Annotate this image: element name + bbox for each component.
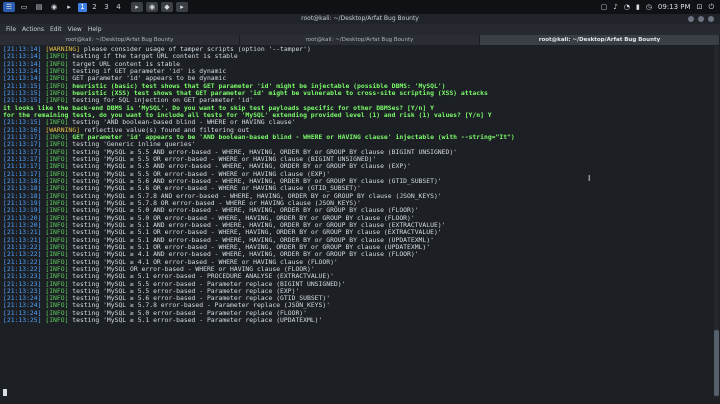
terminal-cursor	[3, 389, 7, 396]
window-controls	[688, 14, 714, 24]
battery-icon[interactable]: ▮	[636, 3, 640, 11]
menu-view[interactable]: View	[68, 26, 82, 33]
firefox-task-icon[interactable]: ◉	[146, 2, 158, 12]
maximize-button[interactable]	[698, 16, 704, 22]
kali-menu-icon[interactable]: ☰	[3, 2, 15, 12]
minimize-button[interactable]	[688, 16, 694, 22]
workspace-2[interactable]: 2	[90, 3, 99, 12]
tab-bar: root@kali: ~/Desktop/Arfat Bug Bounty ro…	[0, 35, 720, 45]
tab-terminal-2[interactable]: root@kali: ~/Desktop/Arfat Bug Bounty	[240, 35, 480, 45]
log-level: [INFO]	[45, 316, 69, 325]
terminal-task-icon[interactable]: ▸	[131, 2, 143, 12]
display-icon[interactable]: ▢	[601, 3, 608, 11]
log-message: testing 'MySQL ≥ 5.1 error-based - Param…	[68, 316, 323, 325]
workspace-4[interactable]: 4	[114, 3, 123, 12]
terminal-output[interactable]: [21:13:14] [WARNING] please consider usa…	[0, 46, 715, 398]
workspace-1[interactable]: 1	[78, 2, 87, 12]
window-title: root@kali: ~/Desktop/Arfat Bug Bounty	[0, 14, 720, 24]
tab-terminal-3[interactable]: root@kali: ~/Desktop/Arfat Bug Bounty	[480, 35, 720, 45]
log-timestamp: [21:13:25]	[3, 316, 42, 325]
text-cursor-icon: I	[588, 174, 591, 183]
lock-icon[interactable]: ⊡	[697, 3, 703, 11]
menu-help[interactable]: Help	[88, 26, 102, 33]
terminal-launcher-icon[interactable]: ▸	[63, 2, 75, 12]
system-tray: ▢ ♪ ◔ ▮ ◷ 09:13 PM ⊡ ⏻	[601, 3, 714, 12]
terminal-scroll-thumb[interactable]	[714, 330, 719, 396]
app-task-icon[interactable]: ◆	[161, 2, 173, 12]
terminal-line: [21:13:25] [INFO] testing 'MySQL ≥ 5.1 e…	[3, 316, 715, 325]
clock[interactable]: 09:13 PM	[658, 3, 691, 11]
close-button[interactable]	[708, 16, 714, 22]
file-manager-icon[interactable]: ▤	[33, 2, 45, 12]
volume-icon[interactable]: ♪	[613, 3, 617, 11]
menu-actions[interactable]: Actions	[22, 26, 44, 33]
notifications-icon[interactable]: ◔	[624, 3, 630, 11]
show-desktop-icon[interactable]: ▭	[18, 2, 30, 12]
terminal-task-2-icon[interactable]: ▸	[176, 2, 188, 12]
menu-edit[interactable]: Edit	[50, 26, 62, 33]
clock-icon: ◷	[645, 3, 652, 11]
tab-terminal-1[interactable]: root@kali: ~/Desktop/Arfat Bug Bounty	[0, 35, 240, 45]
system-panel: ☰ ▭ ▤ ◉ ▸ 1 2 3 4 ▸ ◉ ◆ ▸ ▢ ♪ ◔ ▮ ◷ 09:1…	[0, 0, 720, 14]
browser-icon[interactable]: ◉	[48, 2, 60, 12]
menu-file[interactable]: File	[6, 26, 16, 33]
power-icon[interactable]: ⏻	[708, 3, 714, 12]
menu-bar: File Actions Edit View Help	[0, 24, 720, 35]
workspace-3[interactable]: 3	[102, 3, 111, 12]
